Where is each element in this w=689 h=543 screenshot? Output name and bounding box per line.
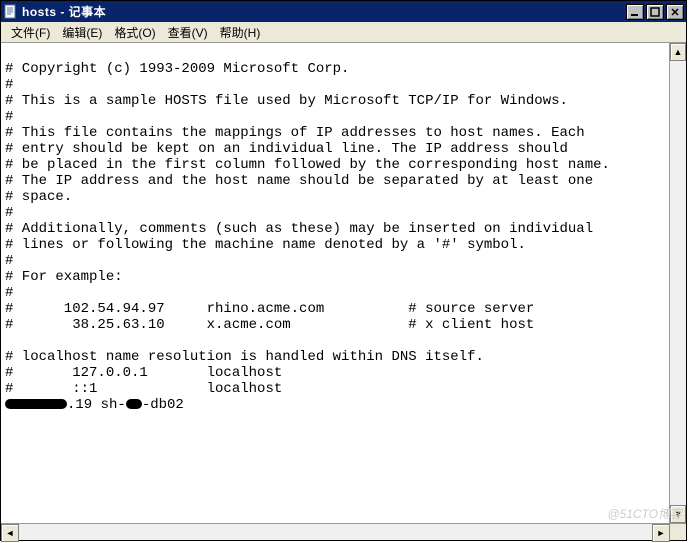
app-icon [3,4,19,20]
text-line: # ::1 localhost [5,381,282,397]
menu-view[interactable]: 查看(V) [162,22,214,43]
menu-file[interactable]: 文件(F) [5,22,56,43]
text-fragment: .19 sh- [67,397,126,413]
title-bar[interactable]: hosts - 记事本 [1,1,686,22]
notepad-window: hosts - 记事本 文件(F) 编辑(E) 格式(O) 查看(V) 帮助(H… [0,0,687,541]
text-line: .19 sh- -db02 [5,397,184,413]
text-fragment: -db02 [142,397,184,413]
scroll-right-button[interactable]: ► [652,524,670,542]
window-control-group [626,4,684,20]
text-line: # lines or following the machine name de… [5,237,526,253]
client-area: # Copyright (c) 1993-2009 Microsoft Corp… [1,43,686,540]
text-line: # 38.25.63.10 x.acme.com # x client host [5,317,534,333]
text-line: # [5,109,13,125]
text-line: # be placed in the first column followed… [5,157,610,173]
text-line: # [5,253,13,269]
text-line: # Additionally, comments (such as these)… [5,221,593,237]
scroll-up-button[interactable]: ▲ [670,43,686,61]
minimize-button[interactable] [626,4,644,20]
text-line: # [5,285,13,301]
text-line: # entry should be kept on an individual … [5,141,568,157]
text-line: # localhost name resolution is handled w… [5,349,484,365]
horizontal-scrollbar[interactable]: ◄ ► [1,523,686,540]
text-line: # This file contains the mappings of IP … [5,125,585,141]
scrollbar-corner [670,524,686,540]
menu-edit[interactable]: 编辑(E) [56,22,108,43]
arrow-left-icon: ◄ [6,529,15,538]
scroll-down-button[interactable]: ▼ [670,505,686,523]
text-line: # [5,205,13,221]
arrow-down-icon: ▼ [674,510,683,519]
text-editor[interactable]: # Copyright (c) 1993-2009 Microsoft Corp… [1,43,669,523]
text-line: # The IP address and the host name shoul… [5,173,593,189]
arrow-up-icon: ▲ [674,48,683,57]
redacted-ip [5,399,67,409]
horizontal-scroll-track[interactable] [19,524,652,540]
close-button[interactable] [666,4,684,20]
text-line: # For example: [5,269,123,285]
window-title: hosts - 记事本 [22,3,626,20]
menu-bar: 文件(F) 编辑(E) 格式(O) 查看(V) 帮助(H) [1,22,686,43]
redacted-host [126,399,142,409]
vertical-scrollbar[interactable]: ▲ ▼ [669,43,686,523]
menu-help[interactable]: 帮助(H) [214,22,267,43]
maximize-button[interactable] [646,4,664,20]
text-line: # [5,77,13,93]
menu-format[interactable]: 格式(O) [108,22,161,43]
text-line: # Copyright (c) 1993-2009 Microsoft Corp… [5,61,349,77]
vertical-scroll-track[interactable] [670,61,686,505]
text-line: # space. [5,189,72,205]
text-line: # 127.0.0.1 localhost [5,365,282,381]
scroll-left-button[interactable]: ◄ [1,524,19,542]
text-line: # 102.54.94.97 rhino.acme.com # source s… [5,301,534,317]
arrow-right-icon: ► [657,529,666,538]
text-line: # This is a sample HOSTS file used by Mi… [5,93,568,109]
